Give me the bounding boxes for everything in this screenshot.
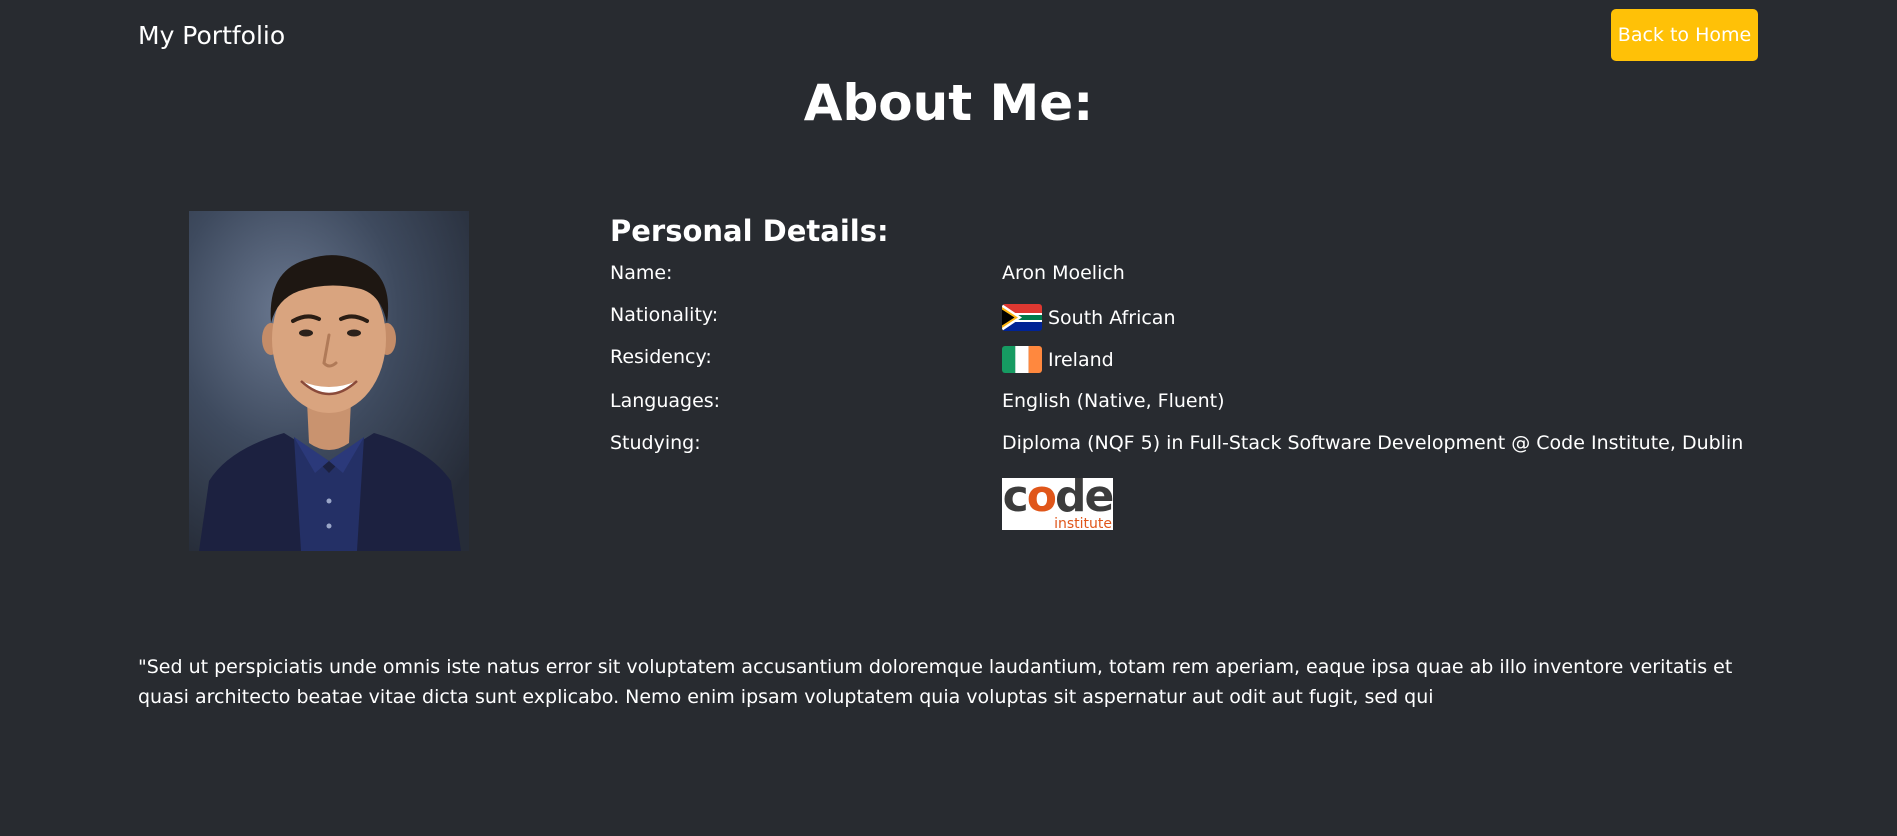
about-text: "Sed ut perspiciatis unde omnis iste nat… xyxy=(138,656,1733,708)
name-text: Aron Moelich xyxy=(1002,262,1125,284)
code-institute-logo: code institute xyxy=(1002,478,1113,530)
personal-details-title: Personal Details: xyxy=(610,214,889,248)
residency-value: Ireland xyxy=(1002,346,1114,373)
page-title: About Me: xyxy=(803,74,1094,132)
languages-text: English (Native, Fluent) xyxy=(1002,390,1225,412)
back-to-home-button[interactable]: Back to Home xyxy=(1611,9,1758,61)
nationality-text: South African xyxy=(1048,306,1176,329)
name-value: Aron Moelich xyxy=(1002,260,1125,286)
south-africa-flag-icon xyxy=(1002,304,1042,331)
studying-label: Studying: xyxy=(610,432,701,454)
studying-value: Diploma (NQF 5) in Full-Stack Software D… xyxy=(1002,430,1743,456)
residency-text: Ireland xyxy=(1048,348,1114,371)
ireland-flag-icon xyxy=(1002,346,1042,373)
studying-text: Diploma (NQF 5) in Full-Stack Software D… xyxy=(1002,432,1744,454)
navbar-brand[interactable]: My Portfolio xyxy=(138,18,285,54)
languages-label: Languages: xyxy=(610,390,721,412)
name-label: Name: xyxy=(610,262,673,284)
residency-label: Residency: xyxy=(610,346,712,368)
profile-photo xyxy=(189,211,469,551)
nationality-value: South African xyxy=(1002,304,1176,331)
nationality-label: Nationality: xyxy=(610,304,719,326)
languages-value: English (Native, Fluent) xyxy=(1002,388,1225,414)
code-institute-logo-sub: institute xyxy=(1054,516,1112,530)
